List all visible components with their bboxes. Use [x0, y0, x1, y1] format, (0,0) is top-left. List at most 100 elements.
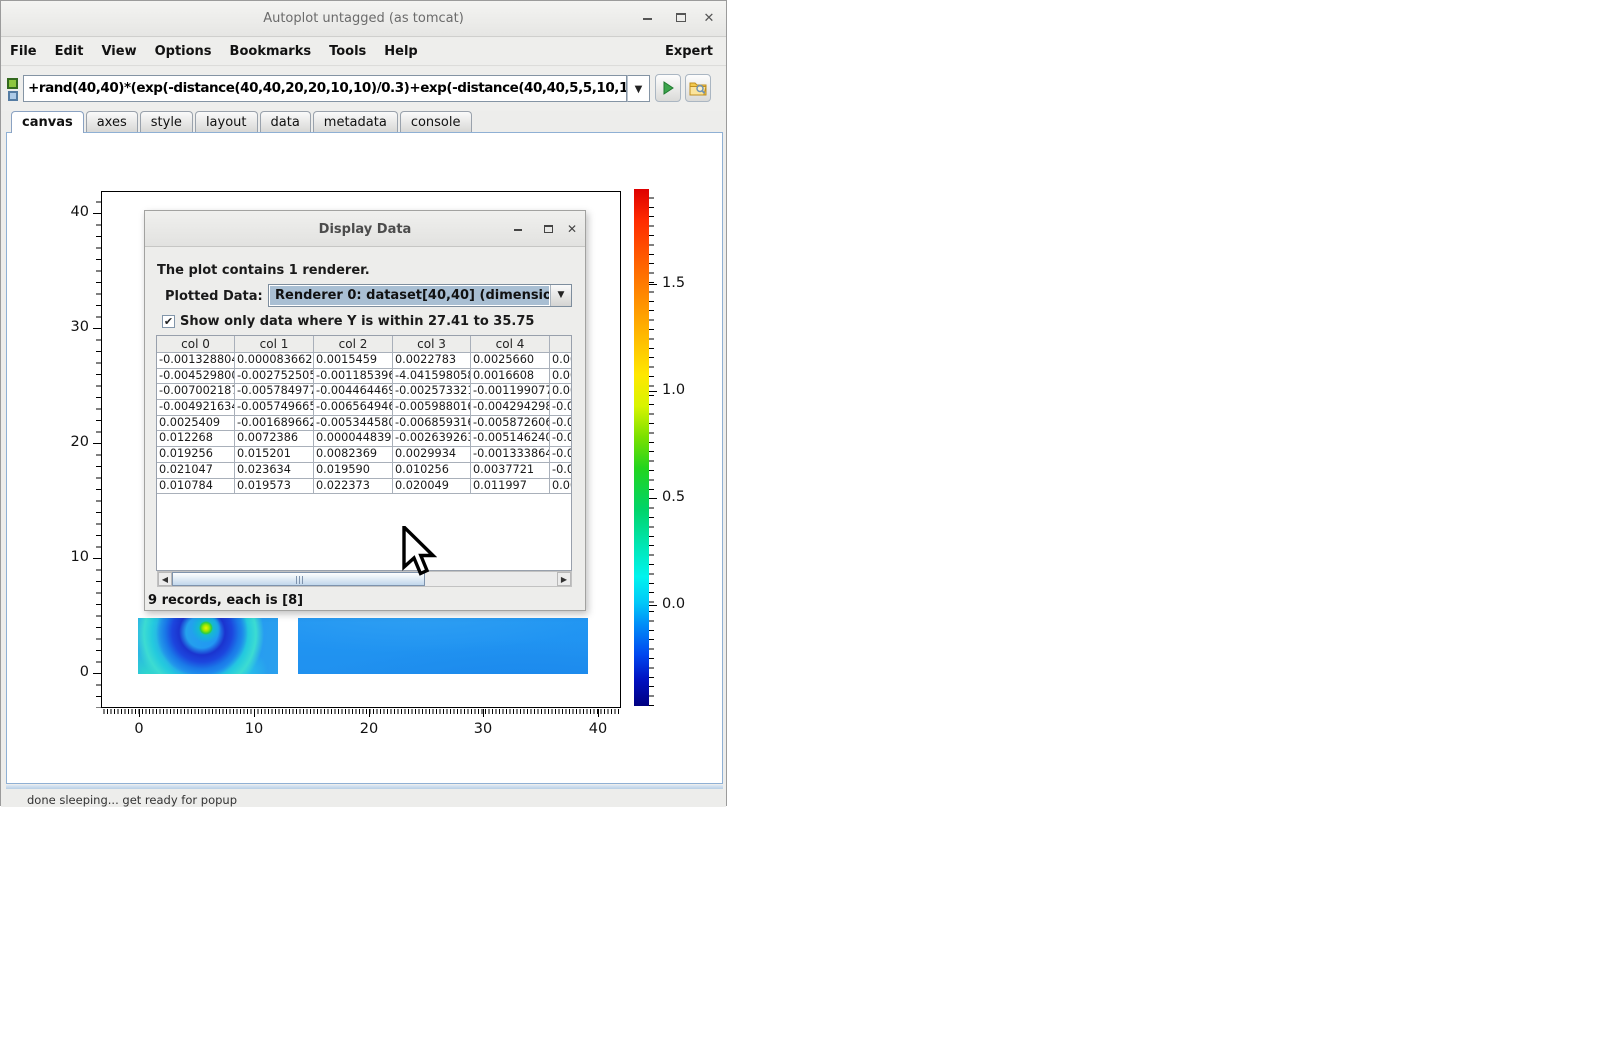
data-table[interactable]: col 0col 1col 2col 3col 4 -0.001328804...…	[156, 335, 572, 571]
y-tick	[93, 558, 101, 559]
window-titlebar: Autoplot untagged (as tomcat) ✕	[1, 1, 726, 37]
colorbar-tick	[649, 391, 657, 392]
menubar: FileEditViewOptionsBookmarksToolsHelp Ex…	[1, 38, 726, 66]
table-cell: -0.0	[550, 447, 572, 463]
scrollbar-thumb[interactable]	[172, 572, 425, 586]
table-row[interactable]: -0.007002187...-0.005784977...-0.0044644…	[157, 384, 571, 400]
table-row[interactable]: 0.0210470.0236340.0195900.0102560.003772…	[157, 463, 571, 479]
table-row[interactable]: -0.004921634...-0.005749665...-0.0065649…	[157, 400, 571, 416]
table-row[interactable]: -0.004529800...-0.002752505...-0.0011853…	[157, 369, 571, 385]
scroll-left-button[interactable]: ◀	[158, 572, 172, 586]
menu-item-bookmarks[interactable]: Bookmarks	[221, 38, 321, 59]
dialog-titlebar[interactable]: Display Data ✕	[145, 211, 585, 247]
menu-item-edit[interactable]: Edit	[46, 38, 93, 59]
tab-style[interactable]: style	[140, 111, 193, 132]
y-tick-label: 0	[49, 664, 89, 680]
table-cell: -0.0	[550, 431, 572, 447]
menu-item-options[interactable]: Options	[146, 38, 221, 59]
table-horizontal-scrollbar[interactable]: ◀ ▶	[157, 571, 572, 587]
tab-data[interactable]: data	[260, 111, 311, 132]
column-header[interactable]	[550, 336, 572, 353]
column-header[interactable]: col 4	[471, 336, 550, 353]
table-cell: -0.004921634...	[157, 400, 235, 416]
table-cell: -0.004464469...	[314, 384, 393, 400]
table-cell: 0.000044839	[314, 431, 393, 447]
x-tick	[139, 709, 140, 717]
table-cell: -0.007002187...	[157, 384, 235, 400]
table-cell: 0.0022783	[393, 353, 471, 369]
table-cell: -0.0	[550, 463, 572, 479]
table-cell: 0.00	[550, 353, 572, 369]
tab-canvas[interactable]: canvas	[11, 111, 84, 133]
table-cell: -0.004529800...	[157, 369, 235, 385]
window-close-button[interactable]: ✕	[698, 9, 720, 29]
tab-console[interactable]: console	[400, 111, 472, 132]
uri-toolbar: +rand(40,40)*(exp(-distance(40,40,20,20,…	[1, 67, 726, 111]
table-row[interactable]: -0.001328804...0.0000836620.00154590.002…	[157, 353, 571, 369]
heatmap-fragment-left[interactable]	[138, 618, 278, 674]
tab-axes[interactable]: axes	[86, 111, 138, 132]
table-cell: 0.0082369	[314, 447, 393, 463]
table-row[interactable]: 0.0025409-0.001689662...-0.005344580...-…	[157, 416, 571, 432]
y-tick-label: 10	[49, 549, 89, 565]
dialog-maximize-button[interactable]	[538, 220, 558, 238]
column-header[interactable]: col 2	[314, 336, 393, 353]
menu-item-tools[interactable]: Tools	[320, 38, 375, 59]
table-cell: -0.002573321...	[393, 384, 471, 400]
play-icon	[661, 81, 675, 95]
table-cell: 0.00	[550, 384, 572, 400]
menu-item-file[interactable]: File	[1, 38, 46, 59]
colorbar-minor-ticks	[649, 189, 654, 706]
table-row[interactable]: 0.0122680.00723860.000044839-0.002639263…	[157, 431, 571, 447]
plot-go-button[interactable]	[655, 74, 681, 102]
inspect-uri-button[interactable]	[685, 74, 711, 102]
colorbar[interactable]	[634, 189, 649, 706]
x-tick	[254, 709, 255, 717]
filter-checkbox[interactable]: ✔	[162, 315, 175, 328]
window-minimize-button[interactable]	[636, 9, 658, 29]
table-cell: -0.002639263...	[393, 431, 471, 447]
table-cell: -0.005872606...	[471, 416, 550, 432]
x-tick	[598, 709, 599, 717]
minimize-icon	[643, 18, 652, 20]
table-row[interactable]: 0.0107840.0195730.0223730.0200490.011997…	[157, 479, 571, 495]
menu-item-view[interactable]: View	[92, 38, 145, 59]
table-cell: 0.0029934	[393, 447, 471, 463]
column-header[interactable]: col 0	[157, 336, 235, 353]
column-header[interactable]: col 1	[235, 336, 314, 353]
tab-metadata[interactable]: metadata	[313, 111, 398, 132]
column-header[interactable]: col 3	[393, 336, 471, 353]
dialog-minimize-button[interactable]	[508, 220, 528, 238]
plotted-data-combobox[interactable]: Renderer 0: dataset[40,40] (dimension...…	[268, 284, 572, 307]
expert-mode-label[interactable]: Expert	[665, 44, 713, 59]
colorbar-tick-label: 1.5	[662, 275, 702, 291]
x-tick-label: 0	[119, 721, 159, 737]
display-data-dialog: Display Data ✕ The plot contains 1 rende…	[144, 210, 586, 611]
mouse-cursor-icon	[401, 526, 437, 578]
table-cell: 0.0037721	[471, 463, 550, 479]
main-tabs: canvasaxesstylelayoutdatametadataconsole	[11, 111, 474, 132]
table-cell: -0.001328804...	[157, 353, 235, 369]
y-tick	[93, 443, 101, 444]
scroll-right-button[interactable]: ▶	[557, 572, 571, 586]
uri-dropdown-button[interactable]: ▼	[627, 75, 650, 102]
table-cell: -0.005146240...	[471, 431, 550, 447]
uri-text: +rand(40,40)*(exp(-distance(40,40,20,20,…	[28, 80, 627, 96]
table-cell: -0.005988016...	[393, 400, 471, 416]
table-cell: -0.005344580...	[314, 416, 393, 432]
uri-input[interactable]: +rand(40,40)*(exp(-distance(40,40,20,20,…	[23, 75, 627, 102]
window-maximize-button[interactable]	[670, 9, 692, 29]
menu-item-help[interactable]: Help	[375, 38, 426, 59]
dialog-close-button[interactable]: ✕	[562, 220, 582, 238]
colorbar-tick-label: 0.5	[662, 489, 702, 505]
minimize-icon	[514, 229, 522, 231]
heatmap-fragment-right[interactable]	[298, 618, 588, 674]
table-cell: -0.0	[550, 416, 572, 432]
table-cell: -0.0	[550, 400, 572, 416]
table-cell: 0.020049	[393, 479, 471, 495]
table-cell: -0.006859316...	[393, 416, 471, 432]
table-cell: 0.019256	[157, 447, 235, 463]
table-row[interactable]: 0.0192560.0152010.00823690.0029934-0.001…	[157, 447, 571, 463]
tab-layout[interactable]: layout	[195, 111, 258, 132]
combobox-selected-value: Renderer 0: dataset[40,40] (dimension...	[270, 286, 549, 305]
